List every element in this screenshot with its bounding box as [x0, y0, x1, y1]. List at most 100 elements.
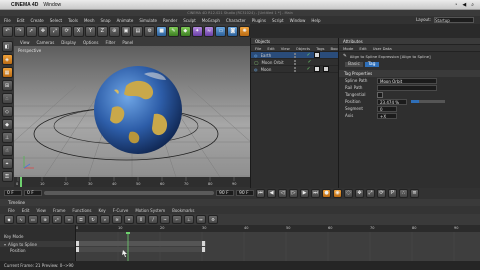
points-mode-icon[interactable]: ∴: [1, 93, 13, 104]
timeline-menu-frame[interactable]: Frame: [53, 208, 65, 213]
menu-help[interactable]: Help: [311, 18, 320, 23]
attributes-menu-mode[interactable]: Mode: [343, 46, 353, 51]
tl-step-icon[interactable]: ⌐: [172, 215, 182, 224]
point-level-key-icon[interactable]: ∴: [399, 188, 408, 198]
key-selection-icon[interactable]: ◌: [344, 188, 353, 198]
timeline-key-area[interactable]: [76, 232, 480, 261]
objects-menu-objects[interactable]: Objects: [296, 46, 310, 51]
object-name[interactable]: Moon: [261, 67, 291, 72]
align-to-spline-tag-icon[interactable]: [322, 66, 329, 72]
end-frame-field[interactable]: 90 F: [216, 190, 234, 196]
objects-menu-edit[interactable]: Edit: [267, 46, 274, 51]
object-row-earth[interactable]: ◍ Earth ✓: [251, 52, 338, 59]
visibility-dots[interactable]: [294, 59, 304, 65]
timeline-ruler[interactable]: 0 10 20 30 40 50 60 70 80 90: [14, 177, 250, 187]
position-key-icon[interactable]: ✥: [355, 188, 364, 198]
deformer-icon[interactable]: ≈: [203, 25, 215, 37]
track-position[interactable]: Position: [0, 247, 75, 253]
position-slider[interactable]: [411, 100, 445, 103]
render-picture-viewer-icon[interactable]: ▤: [132, 25, 144, 37]
axis-dropdown[interactable]: +X: [377, 112, 397, 119]
undo-icon[interactable]: ↶: [2, 25, 13, 37]
light-icon[interactable]: ✺: [239, 25, 251, 37]
menu-snap[interactable]: Snap: [100, 18, 110, 23]
viewport-menu-cameras[interactable]: Cameras: [37, 40, 55, 45]
segment-field[interactable]: 0: [377, 105, 397, 112]
enabled-check-icon[interactable]: ✓: [307, 66, 311, 72]
tl-frame-all-icon[interactable]: ⤢: [52, 215, 62, 224]
menu-script[interactable]: Script: [272, 18, 284, 23]
attributes-menu-edit[interactable]: Edit: [359, 46, 366, 51]
scale-key-icon[interactable]: ⤢: [366, 188, 375, 198]
coordinate-system-icon[interactable]: ⊕: [108, 25, 120, 37]
menu-animate[interactable]: Animate: [117, 18, 134, 23]
tl-zero-icon[interactable]: 0: [136, 215, 146, 224]
mac-menu-window[interactable]: Window: [43, 2, 61, 8]
tl-motion-icon[interactable]: ▭: [28, 215, 38, 224]
render-settings-icon[interactable]: ⚙: [144, 25, 156, 37]
timeline-settings-icon[interactable]: ≡: [410, 188, 419, 198]
timeline-menu-functions[interactable]: Functions: [72, 208, 91, 213]
last-frame-icon[interactable]: ⏭: [311, 188, 320, 198]
rotate-icon[interactable]: ⟳: [61, 25, 73, 37]
object-row-moon-orbit[interactable]: ◯ Moon Orbit ✓: [251, 59, 338, 66]
texture-tag-icon[interactable]: [313, 66, 320, 72]
viewport-menu-panel[interactable]: Panel: [122, 40, 133, 45]
redo-icon[interactable]: ↷: [13, 25, 25, 37]
previous-key-icon[interactable]: ◀: [267, 188, 276, 198]
objects-menu-view[interactable]: View: [281, 46, 290, 51]
enabled-check-icon[interactable]: ✓: [307, 52, 311, 58]
expand-arrow-icon[interactable]: ▾: [4, 242, 6, 247]
y-axis-icon[interactable]: Y: [85, 25, 96, 37]
tl-ripple-icon[interactable]: ≋: [112, 215, 122, 224]
menu-simulate[interactable]: Simulate: [139, 18, 157, 23]
render-view-icon[interactable]: ▣: [120, 25, 132, 37]
menu-mograph[interactable]: MoGraph: [202, 18, 220, 23]
object-name[interactable]: Moon Orbit: [261, 60, 291, 65]
edges-mode-icon[interactable]: ◇: [1, 106, 13, 117]
timeline-menu-bookmarks[interactable]: Bookmarks: [172, 208, 194, 213]
move-icon[interactable]: ✥: [37, 25, 49, 37]
viewport-menu-filter[interactable]: Filter: [105, 40, 115, 45]
viewport[interactable]: Perspective: [14, 46, 250, 177]
play-forward-icon[interactable]: ▷: [289, 188, 298, 198]
menu-create[interactable]: Create: [30, 18, 43, 23]
menu-edit[interactable]: Edit: [17, 18, 25, 23]
app-name[interactable]: CINEMA 4D: [11, 2, 38, 8]
tl-link-icon[interactable]: ∞: [64, 215, 74, 224]
texture-tag-icon[interactable]: [313, 52, 320, 58]
object-row-moon[interactable]: ◍ Moon ✓: [251, 66, 338, 73]
spline-pen-icon[interactable]: ✎: [168, 25, 179, 37]
timeline-menu-view[interactable]: View: [36, 208, 46, 213]
tl-settings-icon[interactable]: ⚙: [208, 215, 218, 224]
preview-range-slider[interactable]: [44, 191, 214, 195]
spline-path-field[interactable]: Moon Orbit: [377, 77, 437, 84]
objects-menu-tags[interactable]: Tags: [316, 46, 324, 51]
menu-window[interactable]: Window: [290, 18, 306, 23]
lock-icon[interactable]: ⚿: [1, 171, 13, 182]
autokey-icon[interactable]: ◉: [333, 188, 342, 198]
timeline-menu-motion-system[interactable]: Motion System: [135, 208, 165, 213]
timeline-window-ruler[interactable]: 0 10 20 30 40 50 60 70 80 90: [76, 225, 480, 232]
tweak-icon[interactable]: ☝: [1, 145, 13, 156]
menu-tools[interactable]: Tools: [68, 18, 78, 23]
tl-fcurve-icon[interactable]: ∿: [16, 215, 26, 224]
array-icon[interactable]: ✦: [191, 25, 203, 37]
tl-spline-icon[interactable]: ~: [160, 215, 170, 224]
current-frame-field[interactable]: 0 F: [4, 190, 22, 196]
viewport-menu-options[interactable]: Options: [83, 40, 98, 45]
volume-icon[interactable]: ◀: [462, 2, 466, 8]
live-select-icon[interactable]: ➚: [25, 25, 37, 37]
rail-path-field[interactable]: [377, 84, 437, 91]
rotation-key-icon[interactable]: ⟳: [377, 188, 386, 198]
tl-filter-icon[interactable]: ⌕: [100, 215, 110, 224]
next-key-icon[interactable]: ▶: [300, 188, 309, 198]
object-name[interactable]: Earth: [261, 53, 291, 58]
viewport-menu-display[interactable]: Display: [61, 40, 76, 45]
tab-basic[interactable]: Basic: [345, 62, 363, 67]
tl-linear-icon[interactable]: /: [148, 215, 158, 224]
tab-tag[interactable]: Tag: [364, 62, 379, 67]
menu-file[interactable]: File: [4, 18, 11, 23]
menu-mesh[interactable]: Mesh: [84, 18, 95, 23]
tangential-checkbox[interactable]: [377, 91, 383, 98]
